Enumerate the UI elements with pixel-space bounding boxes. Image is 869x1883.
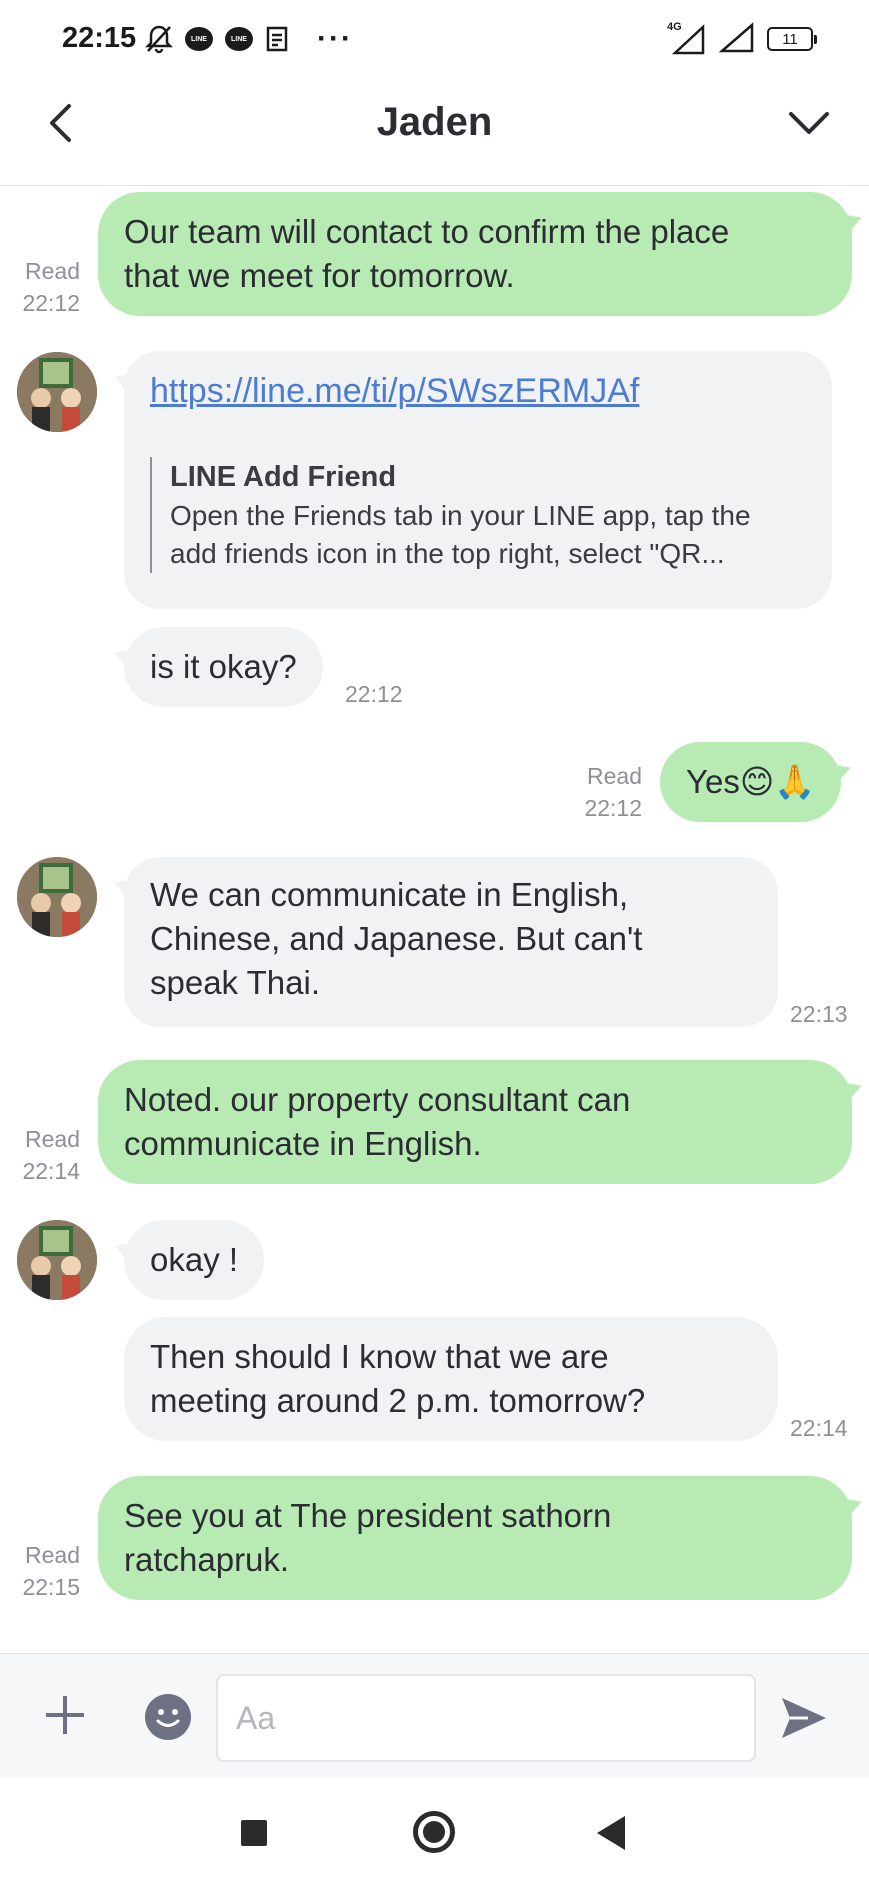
message-meta: Read 22:12 [22,258,80,316]
avatar[interactable] [17,857,97,937]
link-message-bubble[interactable]: https://line.me/ti/p/SWszERMJAf LINE Add… [124,351,832,609]
home-button[interactable] [413,1811,455,1853]
chat-header: Jaden [0,78,869,186]
line-notification-icon: LINE [185,27,213,51]
plus-icon[interactable] [40,1690,90,1740]
message-meta: Read 22:12 [584,763,642,821]
link-preview-title: LINE Add Friend [170,461,397,493]
signal-icon: 4G [667,21,707,55]
message-composer [0,1653,869,1778]
status-bar: 22:15 LINE LINE ··· 4G 11 [0,0,869,78]
message-bubble-outgoing[interactable]: Noted. our property consultant can commu… [98,1060,852,1184]
system-indicators: 4G 11 [667,21,817,58]
message-time: 22:13 [790,1001,848,1027]
message-meta: Read 22:15 [22,1542,80,1600]
chat-title: Jaden [376,100,493,144]
message-bubble-outgoing[interactable]: Our team will contact to confirm the pla… [98,192,852,316]
mute-icon [145,24,173,54]
avatar[interactable] [17,1220,97,1300]
message-bubble-incoming[interactable]: Then should I know that we are meeting a… [124,1317,778,1441]
line-notification-icon: LINE [225,27,253,51]
shared-link[interactable]: https://line.me/ti/p/SWszERMJAf [150,372,639,410]
chat-messages: Read 22:12 Our team will contact to conf… [0,187,869,1653]
link-preview-description: add friends icon in the top right, selec… [170,538,725,569]
message-bubble-incoming[interactable]: is it okay? [124,627,323,707]
notification-icons: LINE LINE ··· [145,22,353,56]
link-preview-description: Open the Friends tab in your LINE app, t… [170,500,751,531]
signal-icon-2 [718,21,755,58]
message-bubble-outgoing[interactable]: See you at The president sathorn ratchap… [98,1476,852,1600]
status-time: 22:15 [62,22,137,54]
message-meta: Read 22:14 [22,1126,80,1184]
system-back-button[interactable] [597,1816,625,1850]
more-notifications-icon: ··· [317,22,353,55]
message-time: 22:14 [790,1415,848,1441]
message-bubble-outgoing[interactable]: Yes😊🙏 [660,742,842,822]
avatar[interactable] [17,352,97,432]
chevron-down-icon[interactable] [779,98,839,148]
message-bubble-incoming[interactable]: okay ! [124,1220,265,1300]
send-icon[interactable] [778,1694,830,1742]
system-navigation-bar [0,1778,869,1883]
battery-icon: 11 [767,27,817,51]
emoji-icon[interactable] [145,1694,191,1740]
message-input[interactable] [216,1674,756,1762]
message-bubble-incoming[interactable]: We can communicate in English, Chinese, … [124,857,778,1027]
link-preview[interactable]: LINE Add Friend Open the Friends tab in … [150,457,790,573]
notes-icon [265,25,291,53]
recent-apps-button[interactable] [241,1820,267,1846]
message-time: 22:12 [345,681,403,707]
